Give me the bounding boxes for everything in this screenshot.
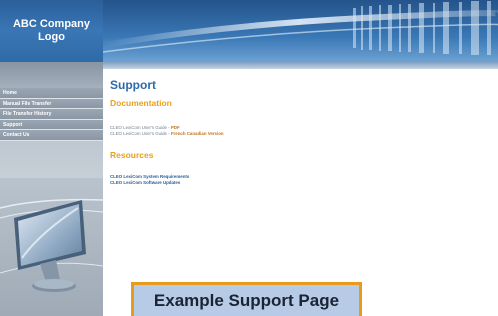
- monitor-illustration: [0, 178, 103, 316]
- logo-line-1: ABC Company: [12, 18, 90, 30]
- french-canadian-version-link[interactable]: French Canadian Version: [171, 131, 224, 136]
- logo-line-2: Logo: [38, 31, 65, 43]
- sidebar-item-home[interactable]: Home: [0, 88, 103, 99]
- page-title: Support: [110, 78, 156, 92]
- left-sidebar: ABC Company Logo Home Manual File Transf…: [0, 0, 103, 316]
- documentation-heading: Documentation: [110, 98, 172, 108]
- caption-label: Example Support Page: [131, 282, 362, 316]
- documentation-list: CLEO LexiCom User's Guide - PDF CLEO Lex…: [110, 125, 490, 137]
- list-item: CLEO LexiCom User's Guide - French Canad…: [110, 131, 490, 137]
- doc-title: CLEO LexiCom User's Guide -: [110, 125, 171, 130]
- main-content: Support Documentation CLEO LexiCom User'…: [110, 78, 490, 186]
- sidebar-nav: Home Manual File Transfer File Transfer …: [0, 88, 103, 141]
- resources-heading: Resources: [110, 150, 154, 160]
- pdf-link[interactable]: PDF: [171, 125, 180, 130]
- sidebar-spacer: [0, 62, 103, 88]
- doc-title: CLEO LexiCom User's Guide -: [110, 131, 171, 136]
- company-logo[interactable]: ABC Company Logo: [0, 0, 103, 62]
- sidebar-item-manual-file-transfer[interactable]: Manual File Transfer: [0, 98, 103, 109]
- sidebar-item-support[interactable]: Support: [0, 119, 103, 130]
- sidebar-item-contact-us[interactable]: Contact Us: [0, 130, 103, 141]
- header-banner: [103, 0, 498, 62]
- sidebar-item-file-transfer-history[interactable]: File Transfer History: [0, 109, 103, 120]
- software-updates-link[interactable]: CLEO LexiCom Software Updates: [110, 180, 490, 186]
- resources-list: CLEO LexiCom System Requirements CLEO Le…: [110, 174, 490, 186]
- header-underline: [103, 62, 498, 69]
